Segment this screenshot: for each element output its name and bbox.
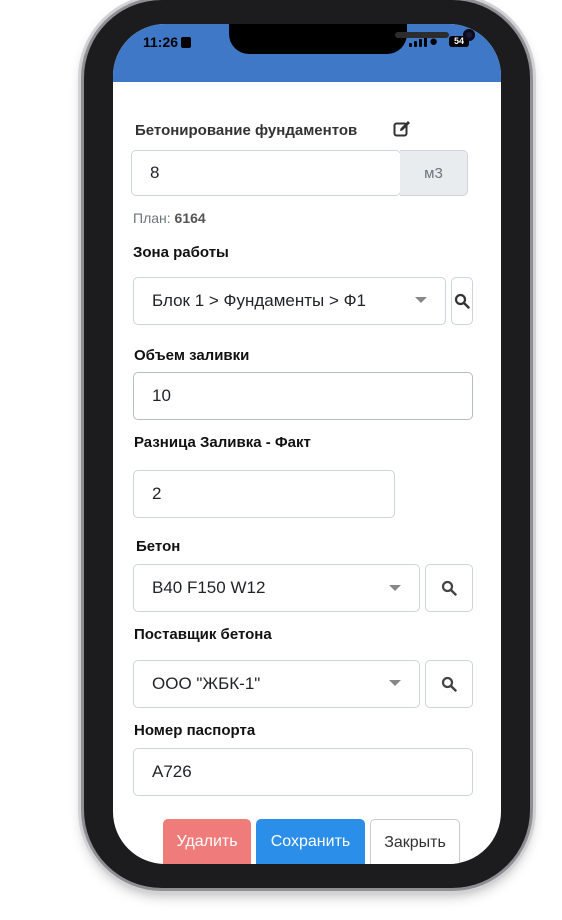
passport-input[interactable]: A726 [133,748,473,796]
diff-label: Разница Заливка - Факт [134,434,311,451]
supplier-label: Поставщик бетона [134,626,272,643]
diff-value: 2 [152,484,162,503]
supplier-search-button[interactable] [425,660,473,708]
signal-icon [409,37,427,47]
concrete-label: Бетон [136,538,181,555]
search-icon [441,580,457,596]
plan-info: План: 6164 [133,210,206,226]
quantity-unit: м3 [400,150,468,196]
save-button[interactable]: Сохранить [256,819,365,864]
pour-value: 10 [152,386,171,405]
passport-value: A726 [152,762,192,781]
page-title: Бетонирование фундаментов [135,122,358,139]
close-label: Закрыть [384,834,446,851]
diff-input[interactable]: 2 [133,470,395,518]
form-content: Бетонирование фундаментов 8 м3 План: 616… [113,82,501,864]
speaker [395,32,449,38]
passport-label: Номер паспорта [134,722,256,739]
notch [229,24,475,54]
plan-label: План: [133,210,171,226]
zone-value: Блок 1 > Фундаменты > Ф1 [152,291,366,310]
concrete-value: B40 F150 W12 [152,578,266,597]
pour-label: Объем заливки [134,347,250,364]
camera [463,29,475,41]
supplier-select[interactable]: ООО "ЖБК-1" [133,660,420,708]
zone-chevron-down-icon [415,297,427,303]
quantity-unit-text: м3 [424,164,443,182]
status-time-text: 11:26 [143,34,179,50]
quantity-input[interactable]: 8 [131,150,401,196]
pour-input[interactable]: 10 [133,372,473,420]
concrete-search-button[interactable] [425,564,473,612]
concrete-chevron-down-icon [389,585,401,591]
zone-search-button[interactable] [451,277,473,325]
supplier-chevron-down-icon [389,680,401,686]
save-label: Сохранить [270,833,351,850]
supplier-value: ООО "ЖБК-1" [152,674,261,693]
edit-icon[interactable] [393,120,411,138]
quantity-value: 8 [150,163,160,182]
search-icon [441,676,457,692]
plan-value: 6164 [174,210,206,226]
delete-button[interactable]: Удалить [163,819,251,864]
concrete-select[interactable]: B40 F150 W12 [133,564,420,612]
close-button[interactable]: Закрыть [370,819,460,864]
delete-label: Удалить [176,833,238,850]
zone-select[interactable]: Блок 1 > Фундаменты > Ф1 [133,277,446,325]
lock-icon [181,37,192,48]
search-icon [454,293,470,309]
phone-screen: 11:26 ● 54 Бетонирование фундаментов 8 м… [113,24,501,864]
status-time: 11:26 [143,34,192,50]
zone-label: Зона работы [133,244,229,261]
